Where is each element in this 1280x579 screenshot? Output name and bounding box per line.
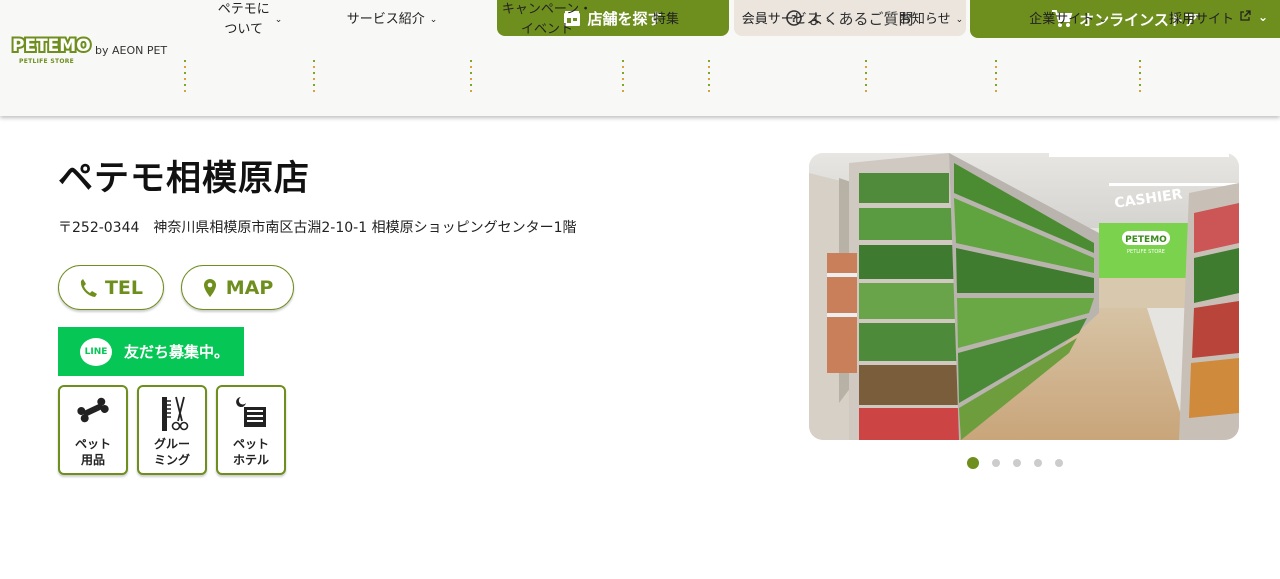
logo-by-text: by AEON PET (95, 44, 168, 57)
carousel-dot[interactable] (967, 457, 979, 469)
line-logo-icon: LINE (80, 337, 112, 366)
nav-divider (708, 60, 710, 94)
logo-subtext: PETLIFE STORE (19, 58, 75, 65)
logo-text: PETEMO (10, 34, 93, 58)
line-friend-label: 友だち募集中。 (124, 343, 230, 361)
chevron-down-icon: ⌄ (1099, 15, 1107, 25)
nav-about-label: ペテモに ついて (217, 2, 270, 37)
nav-recruit-label: 採用サイト (1168, 12, 1234, 27)
service-label: ペット (74, 437, 111, 451)
nav-divider (313, 60, 315, 94)
carousel-dot[interactable] (1013, 459, 1021, 467)
nav-divider (184, 60, 186, 94)
carousel-dot[interactable] (1034, 459, 1042, 467)
map-pin-icon (202, 278, 218, 298)
map-label: MAP (225, 276, 274, 299)
carousel-dot[interactable] (1055, 459, 1063, 467)
service-label: ミング (153, 453, 190, 467)
nav-divider (865, 60, 867, 94)
bone-icon (60, 395, 126, 425)
store-sign-text: PETEMO (1125, 235, 1167, 245)
chevron-down-icon: ⌄ (429, 15, 438, 25)
nav-member[interactable]: 会員サービス ⌄ (711, 0, 863, 40)
nav-corporate[interactable]: 企業サイト ⌄ (998, 0, 1138, 40)
nav-recruit[interactable]: 採用サイト (1142, 0, 1278, 40)
nav-divider (1139, 60, 1141, 94)
service-label: ホテル (232, 453, 269, 467)
nav-feature[interactable]: 特集 (625, 0, 707, 40)
hotel-icon (218, 395, 284, 429)
chevron-down-icon: ⌄ (824, 15, 833, 25)
nav-feature-label: 特集 (652, 12, 679, 27)
line-friend-button[interactable]: LINE 友だち募集中。 (58, 327, 244, 376)
service-pet-supplies[interactable]: ペット 用品 (58, 385, 128, 475)
nav-divider (995, 60, 997, 94)
tel-button[interactable]: TEL (58, 265, 164, 310)
nav-campaign[interactable]: キャンペーン・ イベント (473, 0, 621, 40)
carousel-dot[interactable] (992, 459, 1000, 467)
nav-services-label: サービス紹介 (346, 12, 425, 27)
map-button[interactable]: MAP (181, 265, 294, 310)
petemo-logo[interactable]: PETEMO PETLIFE STORE by AEON PET (10, 34, 170, 72)
store-address: 〒252-0344 神奈川県相模原市南区古淵2-10-1 相模原ショッピングセン… (58, 220, 577, 236)
comb-scissors-icon (139, 395, 205, 435)
nav-campaign-label: キャンペーン・ イベント (501, 2, 593, 37)
nav-news-label: お知らせ (898, 12, 951, 27)
nav-services[interactable]: サービス紹介 ⌄ (316, 0, 468, 40)
nav-corporate-label: 企業サイト (1029, 12, 1095, 27)
nav-about[interactable]: ペテモに ついて ⌄ (190, 0, 310, 40)
nav-news[interactable]: お知らせ ⌄ (868, 0, 994, 40)
service-grooming[interactable]: グルー ミング (137, 385, 207, 475)
store-name: ペテモ相模原店 (58, 159, 311, 199)
phone-icon (79, 278, 97, 298)
chevron-down-icon: ⌄ (274, 15, 283, 25)
service-label: 用品 (80, 453, 105, 467)
tel-label: TEL (104, 276, 144, 299)
site-header: PETEMO PETLIFE STORE by AEON PET 店舗を探す ?… (0, 0, 1280, 116)
service-pet-hotel[interactable]: ペット ホテル (216, 385, 286, 475)
service-label: ペット (232, 437, 269, 451)
chevron-down-icon: ⌄ (955, 15, 964, 25)
carousel-dots (967, 457, 1063, 469)
store-sign-subtext: PETLIFE STORE (1127, 249, 1165, 255)
nav-divider (622, 60, 624, 94)
nav-divider (470, 60, 472, 94)
external-link-icon (1239, 10, 1251, 30)
nav-member-label: 会員サービス (741, 12, 820, 27)
store-photo: PETEMO PETLIFE STORE CASHIER (809, 153, 1239, 440)
service-label: グルー (153, 437, 190, 451)
